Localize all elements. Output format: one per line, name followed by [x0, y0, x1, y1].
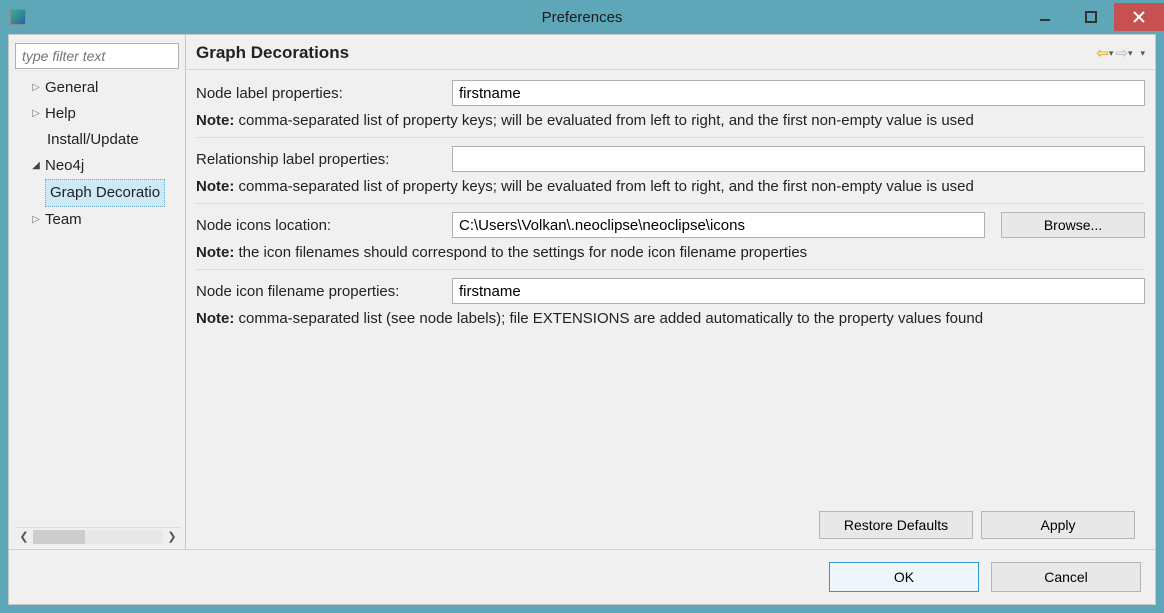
sidebar: ▷ General ▷ Help Install/Update ◢ Neo4j — [9, 35, 185, 549]
label-node-label: Node label properties: — [196, 85, 442, 102]
maximize-button[interactable] — [1068, 3, 1114, 31]
content-pane: Graph Decorations ⇦ ▾ ⇨ ▾ ▾ Node label p… — [186, 35, 1155, 549]
input-icons-location[interactable] — [452, 212, 985, 238]
input-rel-label[interactable] — [452, 146, 1145, 172]
restore-defaults-button[interactable]: Restore Defaults — [819, 511, 973, 539]
note-icons-location: Note: the icon filenames should correspo… — [196, 242, 1145, 270]
maximize-icon — [1085, 11, 1097, 23]
view-menu-icon[interactable]: ▾ — [1140, 48, 1145, 59]
form-area: Node label properties: Note: comma-separ… — [186, 70, 1155, 549]
row-icon-filename: Node icon filename properties: — [196, 274, 1145, 308]
forward-menu-icon[interactable]: ▾ — [1128, 48, 1133, 59]
tree-item-general[interactable]: ▷ General — [15, 75, 181, 101]
close-button[interactable] — [1114, 3, 1164, 31]
app-icon — [10, 9, 26, 25]
upper-pane: ▷ General ▷ Help Install/Update ◢ Neo4j — [9, 35, 1155, 549]
sidebar-scrollbar[interactable]: ❮ ❯ — [15, 527, 181, 545]
label-rel-label: Relationship label properties: — [196, 151, 442, 168]
tree-item-help[interactable]: ▷ Help — [15, 101, 181, 127]
scroll-right-icon[interactable]: ❯ — [163, 530, 181, 543]
label-icons-location: Node icons location: — [196, 217, 442, 234]
note-text: the icon filenames should correspond to … — [234, 244, 807, 261]
tree-label: Help — [43, 101, 78, 127]
client-area: ▷ General ▷ Help Install/Update ◢ Neo4j — [8, 34, 1156, 605]
note-prefix: Note: — [196, 178, 234, 195]
window-controls — [1022, 3, 1164, 31]
spacer — [196, 339, 1145, 505]
header-toolbar: ⇦ ▾ ⇨ ▾ ▾ — [1096, 44, 1145, 62]
chevron-right-icon: ▷ — [29, 207, 43, 233]
note-prefix: Note: — [196, 112, 234, 129]
page-title: Graph Decorations — [196, 43, 349, 63]
preferences-window: Preferences ▷ General — [0, 0, 1164, 613]
close-icon — [1133, 11, 1145, 23]
row-node-label: Node label properties: — [196, 76, 1145, 110]
chevron-right-icon: ▷ — [29, 101, 43, 127]
tree-item-graph-decorations[interactable]: Graph Decoratio — [15, 179, 181, 207]
filter-input[interactable] — [15, 43, 179, 69]
tree-item-install-update[interactable]: Install/Update — [15, 127, 181, 153]
label-icon-filename: Node icon filename properties: — [196, 283, 442, 300]
titlebar[interactable]: Preferences — [0, 0, 1164, 34]
preference-tree[interactable]: ▷ General ▷ Help Install/Update ◢ Neo4j — [15, 69, 181, 527]
back-menu-icon[interactable]: ▾ — [1109, 48, 1114, 59]
input-icon-filename[interactable] — [452, 278, 1145, 304]
note-prefix: Note: — [196, 244, 234, 261]
note-text: comma-separated list of property keys; w… — [234, 112, 974, 129]
input-node-label[interactable] — [452, 80, 1145, 106]
tree-label: Team — [43, 207, 84, 233]
tree-label: Neo4j — [43, 153, 86, 179]
apply-button[interactable]: Apply — [981, 511, 1135, 539]
minimize-button[interactable] — [1022, 3, 1068, 31]
minimize-icon — [1039, 11, 1051, 23]
tree-label: General — [43, 75, 100, 101]
note-text: comma-separated list (see node labels); … — [234, 310, 983, 327]
chevron-right-icon: ▷ — [29, 75, 43, 101]
note-rel-label: Note: comma-separated list of property k… — [196, 176, 1145, 204]
ok-button[interactable]: OK — [829, 562, 979, 592]
scroll-track[interactable] — [33, 530, 163, 544]
note-prefix: Note: — [196, 310, 234, 327]
back-icon[interactable]: ⇦ — [1096, 44, 1109, 62]
tree-label: Graph Decoratio — [45, 179, 165, 207]
note-icon-filename: Note: comma-separated list (see node lab… — [196, 308, 1145, 335]
browse-button[interactable]: Browse... — [1001, 212, 1145, 238]
page-buttons: Restore Defaults Apply — [196, 505, 1145, 549]
cancel-button[interactable]: Cancel — [991, 562, 1141, 592]
row-rel-label: Relationship label properties: — [196, 142, 1145, 176]
dialog-footer: OK Cancel — [9, 549, 1155, 604]
forward-icon[interactable]: ⇨ — [1115, 44, 1128, 62]
content-header: Graph Decorations ⇦ ▾ ⇨ ▾ ▾ — [186, 35, 1155, 70]
tree-label: Install/Update — [45, 127, 141, 153]
scroll-left-icon[interactable]: ❮ — [15, 530, 33, 543]
scroll-thumb[interactable] — [33, 530, 85, 544]
tree-item-team[interactable]: ▷ Team — [15, 207, 181, 233]
chevron-down-icon: ◢ — [29, 153, 43, 179]
tree-item-neo4j[interactable]: ◢ Neo4j — [15, 153, 181, 179]
row-icons-location: Node icons location: Browse... — [196, 208, 1145, 242]
note-node-label: Note: comma-separated list of property k… — [196, 110, 1145, 138]
window-title: Preferences — [542, 9, 623, 26]
note-text: comma-separated list of property keys; w… — [234, 178, 974, 195]
